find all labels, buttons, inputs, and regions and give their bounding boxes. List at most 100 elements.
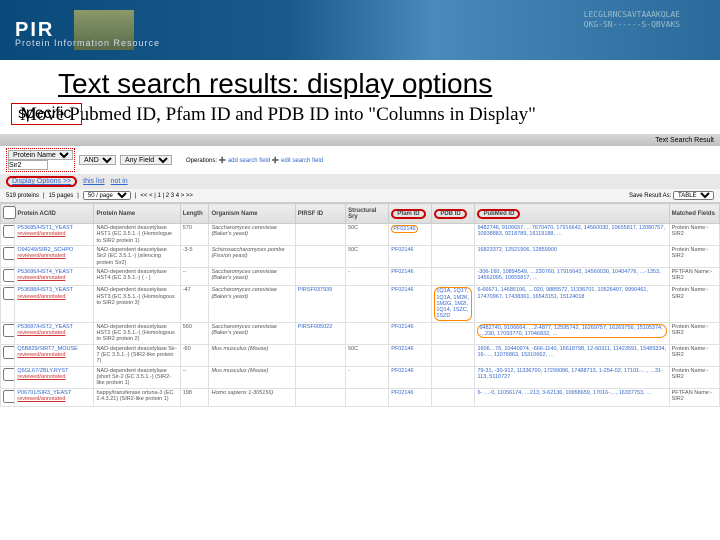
pubmed-cell[interactable]: 1606…76, 10440974, -666-1140, 16618798, …: [475, 344, 669, 366]
th-pubmed[interactable]: PubMed ID: [475, 204, 669, 224]
page-size-select[interactable]: 50 / page: [83, 191, 131, 200]
pdb-cell[interactable]: [432, 245, 475, 267]
page-nav[interactable]: << < | 1 | 2 3 4 > >>: [140, 193, 193, 199]
row-checkbox[interactable]: [3, 346, 15, 359]
ac-link[interactable]: P53686/HST4_YEAST: [17, 269, 73, 275]
operations-label: Operations: [186, 158, 215, 164]
th-length[interactable]: Length: [180, 204, 209, 224]
table-row: P06701/SIR3_YEASTreviewed/annotatedhappy…: [1, 388, 720, 406]
structural-cell: -: [346, 267, 389, 285]
length-cell: -3-5: [180, 245, 209, 267]
row-checkbox[interactable]: [3, 390, 15, 403]
row-checkbox[interactable]: [3, 269, 15, 282]
length-cell: --: [180, 267, 209, 285]
pirsf-cell[interactable]: [295, 366, 345, 388]
pubmed-cell[interactable]: 6-66671, 14685106, …020, 9885572, 113367…: [475, 286, 669, 323]
pdb-cell[interactable]: [432, 344, 475, 366]
add-field-link[interactable]: add search field: [228, 158, 270, 164]
edit-field-link[interactable]: edit search field: [281, 158, 323, 164]
matched-cell: Protein Name:-SIR2: [669, 286, 719, 323]
results-table: Protein AC/ID Protein Name Length Organi…: [0, 203, 720, 407]
row-checkbox[interactable]: [3, 324, 15, 337]
matched-cell: Protein Name:-SIR2: [669, 344, 719, 366]
organism-cell: Saccharomyces cerevisiae (Baker's yeast): [209, 267, 295, 285]
page-subtitle: Move Pubmed ID, Pfam ID and PDB ID into …: [0, 102, 720, 134]
pfam-cell[interactable]: PF02146: [389, 388, 432, 406]
pfam-cell[interactable]: PF02146: [389, 245, 432, 267]
table-row: P53687/HST2_YEASTreviewed/annotatedNAD-d…: [1, 322, 720, 344]
pdb-cell[interactable]: [432, 267, 475, 285]
organism-cell: Mus musculus (Mouse): [209, 366, 295, 388]
pubmed-cell[interactable]: 9482746, 9106657, …7670470, 17916642, 14…: [475, 224, 669, 246]
length-cell: 570: [180, 224, 209, 246]
matched-cell: Protein Name:-SIR2: [669, 224, 719, 246]
pubmed-cell[interactable]: 6- …-0, 11056174, …213, 3-62136, 1095865…: [475, 388, 669, 406]
ac-link[interactable]: P06701/SIR3_YEAST: [17, 390, 71, 396]
pubmed-cell[interactable]: 9482740, 9106664, …2-4877, 12595742, 162…: [475, 322, 669, 344]
th-protein-name[interactable]: Protein Name: [94, 204, 180, 224]
pirsf-cell[interactable]: PIRSF005022: [295, 322, 345, 344]
pdb-cell[interactable]: 1Q1A, 1Q17, 1Q1A, 1M2K, 1M2G, 1M2I, 1Q14…: [432, 286, 475, 323]
field1-select[interactable]: Protein Name: [8, 150, 73, 160]
pirsf-cell[interactable]: [295, 344, 345, 366]
pfam-cell[interactable]: PF02146: [389, 322, 432, 344]
th-structural[interactable]: Structural Sry: [346, 204, 389, 224]
field2-select[interactable]: Any Field: [120, 155, 172, 165]
organism-cell: Schizosaccharomyces pombe (Fiss/on yeast…: [209, 245, 295, 267]
pfam-cell[interactable]: PF02146: [389, 224, 432, 246]
length-cell: 560: [180, 322, 209, 344]
pirsf-cell[interactable]: [295, 224, 345, 246]
pirsf-cell[interactable]: [295, 388, 345, 406]
ac-link[interactable]: P53687/HST2_YEAST: [17, 324, 73, 330]
row-checkbox[interactable]: [3, 287, 15, 300]
select-all-checkbox[interactable]: [3, 206, 16, 219]
ac-link[interactable]: O94249/SIR2_SCHPO: [17, 247, 73, 253]
pfam-cell[interactable]: PF02146: [389, 286, 432, 323]
pdb-cell[interactable]: [432, 388, 475, 406]
th-pdb[interactable]: PDB ID: [432, 204, 475, 224]
pdb-cell[interactable]: [432, 366, 475, 388]
row-checkbox[interactable]: [3, 225, 15, 238]
pirsf-cell[interactable]: [295, 267, 345, 285]
row-checkbox[interactable]: [3, 247, 15, 260]
ac-link[interactable]: Q5GL67/ZBLY.RYST: [17, 368, 68, 374]
protein-name-cell: happy/transferase ortuna-3 (EC 2.4.3.21)…: [94, 388, 180, 406]
protein-name-cell: NAD-dependent deacetylase HST4 (EC 3.5.1…: [94, 267, 180, 285]
pirsf-cell[interactable]: [295, 245, 345, 267]
organism-cell: Mus musculus (Mouse): [209, 344, 295, 366]
table-row: Q5GL67/ZBLY.RYSTreviewed/annotatedNAD-de…: [1, 366, 720, 388]
pirsf-cell[interactable]: PIRSF037939: [295, 286, 345, 323]
th-pfam[interactable]: Pfam ID: [389, 204, 432, 224]
th-pirsf[interactable]: PIRSF ID: [295, 204, 345, 224]
pubmed-cell[interactable]: 16823372, 12521906, 12859900: [475, 245, 669, 267]
ac-link[interactable]: P53688/HST3_YEAST: [17, 287, 73, 293]
bool-select[interactable]: AND: [79, 155, 116, 165]
organism-cell: Homo sapiens 1-305156): [209, 388, 295, 406]
pfam-cell[interactable]: PF02146: [389, 344, 432, 366]
logo-subtitle: Protein Information Resource: [0, 38, 160, 48]
th-organism[interactable]: Organism Name: [209, 204, 295, 224]
pubmed-cell[interactable]: 79-31, -30-912, 11336700, 17299086, 1748…: [475, 366, 669, 388]
pdb-cell[interactable]: [432, 224, 475, 246]
th-ac[interactable]: Protein AC/ID: [15, 204, 94, 224]
save-format-select[interactable]: TABLE: [673, 191, 714, 200]
pdb-cell[interactable]: [432, 322, 475, 344]
pfam-cell[interactable]: PF02146: [389, 267, 432, 285]
pfam-cell[interactable]: PF02146: [389, 366, 432, 388]
ac-link[interactable]: P53685/HST1_YEAST: [17, 225, 73, 231]
structural-cell: [346, 388, 389, 406]
result-bar: Text Search Result: [0, 134, 720, 146]
pager-bar: 519 proteins | 15 pages | 50 / page | <<…: [0, 189, 720, 203]
value1-input[interactable]: [8, 160, 48, 170]
not-in-link[interactable]: not in: [111, 178, 128, 185]
protein-name-cell: NAD-dependent deacetylase HST1 (EC 3.5.1…: [94, 224, 180, 246]
protein-name-cell: NAD-dependent deacetylase HST2 (EC 3.5.1…: [94, 322, 180, 344]
th-matched[interactable]: Matched Fields: [669, 204, 719, 224]
this-list-link[interactable]: this list: [83, 178, 104, 185]
save-label: Save Result As:: [629, 193, 671, 199]
display-options-link[interactable]: Display Options >>: [12, 178, 71, 185]
row-checkbox[interactable]: [3, 368, 15, 381]
table-row: P53688/HST3_YEASTreviewed/annotatedNAD-d…: [1, 286, 720, 323]
pubmed-cell[interactable]: -306-160, 10894549, …230760, 17916642, 1…: [475, 267, 669, 285]
ac-link[interactable]: Q5B829/SIRT7_MOUSE: [17, 346, 77, 352]
